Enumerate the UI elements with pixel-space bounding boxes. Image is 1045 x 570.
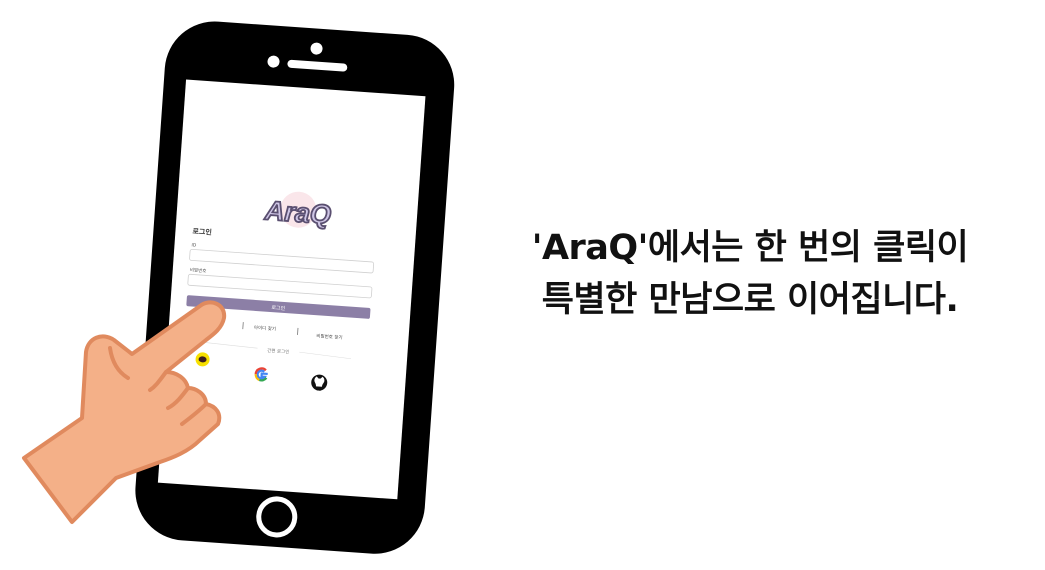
google-icon[interactable] bbox=[254, 367, 268, 382]
logo-text: AraQ bbox=[263, 195, 332, 230]
headline: 'AraQ'에서는 한 번의 클릭이 특별한 만남으로 이어집니다. bbox=[470, 222, 1030, 326]
headline-line-1: 'AraQ'에서는 한 번의 클릭이 bbox=[531, 228, 969, 268]
login-button-label: 로그인 bbox=[271, 304, 286, 312]
phone: AraQ 로그인 ID 비밀번호 로그인 아이디 찾기 비밀번호 찾기 간편 로… bbox=[135, 21, 455, 554]
headline-line-2: 특별한 만남으로 이어집니다. bbox=[541, 280, 959, 320]
login-title: 로그인 bbox=[192, 226, 212, 236]
